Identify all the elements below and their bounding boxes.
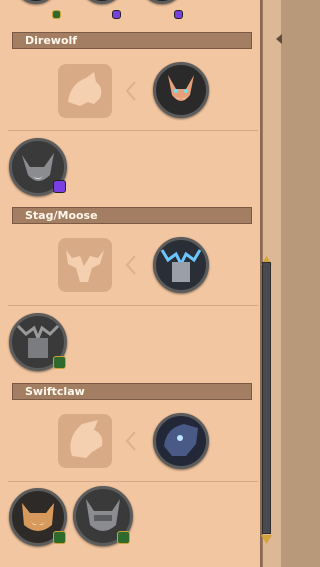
- section-header-stag-moose: Stag/Moose: [12, 207, 252, 224]
- twitch-badge-icon: [53, 180, 66, 193]
- twitch-badge-icon: [112, 10, 121, 19]
- row-divider: [8, 305, 258, 306]
- twitch-badge-icon: [174, 10, 183, 19]
- mount-list-panel: Direwolf Stag/Moose Swiftclaw: [0, 0, 262, 567]
- mount-icon-armored-swiftclaw[interactable]: [153, 413, 209, 469]
- collapse-arrow-icon[interactable]: [275, 34, 283, 44]
- gold-tier-badge-icon: [53, 531, 66, 544]
- chevron-left-icon: [125, 81, 136, 101]
- gold-tier-badge-icon: [53, 356, 66, 369]
- mount-icon-fox[interactable]: [153, 62, 209, 118]
- swiftclaw-silhouette-icon: [58, 414, 112, 468]
- scroll-down-arrow-icon[interactable]: [261, 535, 272, 544]
- scrollbar[interactable]: [262, 262, 271, 534]
- chevron-left-icon: [125, 255, 136, 275]
- mount-icon-top-2[interactable]: [80, 0, 124, 4]
- section-header-direwolf: Direwolf: [12, 32, 252, 49]
- gold-tier-badge-icon: [52, 10, 61, 19]
- section-header-swiftclaw: Swiftclaw: [12, 383, 252, 400]
- chevron-left-icon: [125, 431, 136, 451]
- mount-icon-armored-stag[interactable]: [153, 237, 209, 293]
- direwolf-silhouette-icon: [58, 64, 112, 118]
- row-divider: [8, 130, 258, 131]
- stag-moose-silhouette-icon: [58, 238, 112, 292]
- gold-tier-badge-icon: [117, 531, 130, 544]
- mount-icon-top-1[interactable]: [14, 0, 58, 4]
- mount-icon-top-3[interactable]: [140, 0, 184, 4]
- row-divider: [8, 481, 258, 482]
